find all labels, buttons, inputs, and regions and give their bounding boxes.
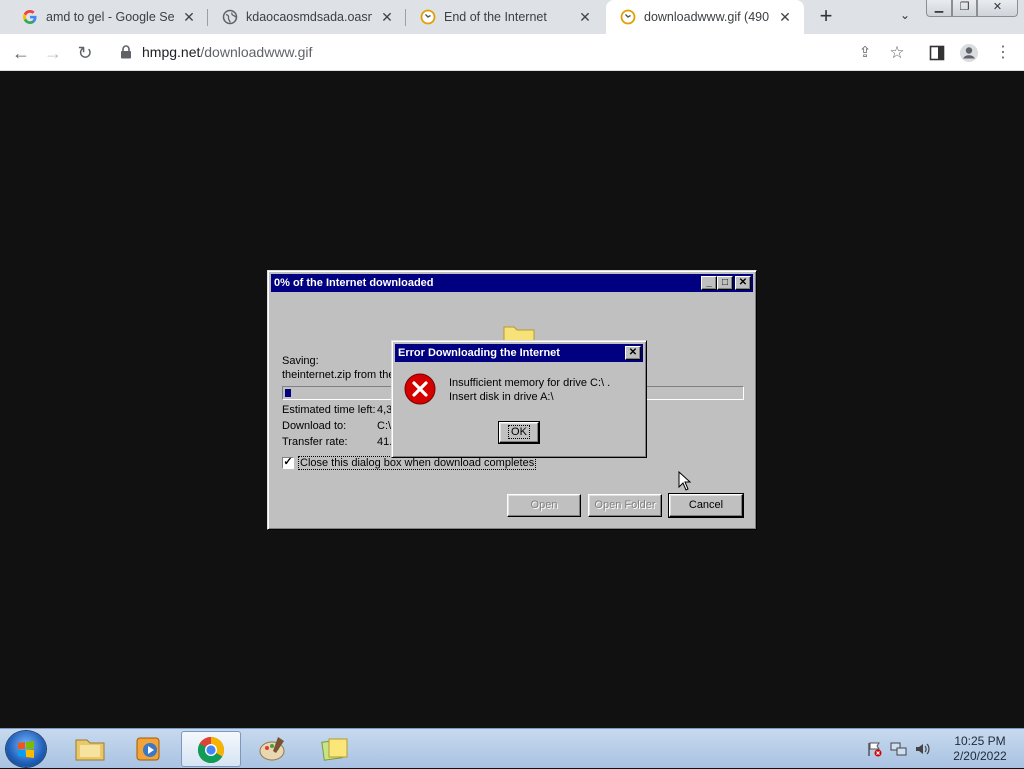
globe-icon <box>222 9 238 25</box>
browser-toolbar: ← → ↻ hmpg.net/downloadwww.gif ⇪ ☆ ⋮ <box>0 34 1024 71</box>
sticky-notes-icon <box>321 738 348 761</box>
tab-title: End of the Internet <box>444 10 547 24</box>
ok-button[interactable]: OK <box>498 421 540 444</box>
side-panel-icon[interactable] <box>926 42 948 64</box>
paint-icon <box>259 737 285 761</box>
tab-title: kdaocaosmdsada.oasmd <box>246 10 372 24</box>
taskbar-file-explorer[interactable] <box>60 731 120 767</box>
forward-arrow-icon[interactable]: → <box>42 42 64 64</box>
url-path: /downloadwww.gif <box>200 44 313 60</box>
windows-logo-icon <box>18 741 34 758</box>
progress-fill <box>285 389 291 397</box>
window-controls: ▁ ❐ ✕ <box>926 0 1018 18</box>
new-tab-button[interactable]: + <box>814 5 838 29</box>
more-menu-icon[interactable]: ⋮ <box>992 42 1014 64</box>
close-button[interactable]: ✕ <box>735 276 751 290</box>
error-message-line2: Insert disk in drive A:\ <box>449 391 554 403</box>
clock-date: 2/20/2022 <box>953 749 1007 763</box>
lock-icon[interactable] <box>120 45 132 59</box>
error-dialog-titlebar[interactable]: Error Downloading the Internet ✕ <box>395 344 643 362</box>
chrome-icon <box>197 736 225 764</box>
error-icon <box>404 373 436 405</box>
tab-kdaocaosmdsada[interactable]: kdaocaosmdsada.oasmd ✕ <box>208 0 406 34</box>
time-left-value: 4,3 <box>377 404 393 416</box>
transfer-rate-label: Transfer rate: <box>282 436 348 448</box>
tab-title: downloadwww.gif (490× <box>644 10 770 24</box>
download-dialog-titlebar[interactable]: 0% of the Internet downloaded _ □ ✕ <box>271 274 753 292</box>
saving-filename: theinternet.zip from the <box>282 369 395 381</box>
site-icon <box>420 9 436 25</box>
google-icon <box>23 10 37 24</box>
browser-window: amd to gel - Google Sear ✕ kdaocaosmdsad… <box>0 0 1024 728</box>
tab-downloadwww-gif[interactable]: downloadwww.gif (490× ✕ <box>606 0 804 34</box>
download-dialog-title: 0% of the Internet downloaded <box>274 277 434 289</box>
action-center-flag-icon[interactable] <box>866 741 882 757</box>
close-icon[interactable]: ✕ <box>776 8 794 26</box>
clock[interactable]: 10:25 PM 2/20/2022 <box>940 734 1020 764</box>
download-to-value: C:\ <box>377 420 392 432</box>
taskbar: 10:25 PM 2/20/2022 <box>0 728 1024 768</box>
ok-button-label: OK <box>508 425 530 439</box>
open-button[interactable]: Open <box>507 494 581 517</box>
minimize-button[interactable]: _ <box>701 276 717 290</box>
tab-title: amd to gel - Google Sear <box>46 10 174 24</box>
url-host: hmpg.net <box>142 44 201 60</box>
file-explorer-icon <box>75 739 105 761</box>
download-to-label: Download to: <box>282 420 347 432</box>
close-icon[interactable]: ✕ <box>378 8 396 26</box>
taskbar-sticky-notes[interactable] <box>306 731 366 767</box>
cancel-button[interactable]: Cancel <box>668 493 744 518</box>
error-dialog: Error Downloading the Internet ✕ Insuffi… <box>391 340 647 458</box>
volume-icon[interactable] <box>914 741 932 757</box>
taskbar-paint[interactable] <box>244 731 304 767</box>
page-content: 0% of the Internet downloaded _ □ ✕ Savi… <box>0 71 1024 728</box>
taskbar-media-player[interactable] <box>120 731 180 767</box>
tab-google-search[interactable]: amd to gel - Google Sear ✕ <box>8 0 208 34</box>
share-icon[interactable]: ⇪ <box>854 42 876 64</box>
error-message-line1: Insufficient memory for drive C:\ . <box>449 377 611 389</box>
clock-time: 10:25 PM <box>954 734 1006 748</box>
system-tray: 10:25 PM 2/20/2022 <box>860 729 1024 769</box>
close-icon[interactable]: ✕ <box>576 8 594 26</box>
mouse-cursor-icon <box>678 471 692 491</box>
saving-label: Saving: <box>282 355 319 367</box>
back-arrow-icon[interactable]: ← <box>10 42 32 64</box>
close-icon[interactable]: ✕ <box>180 8 198 26</box>
reload-icon[interactable]: ↻ <box>74 42 96 64</box>
start-button[interactable] <box>6 731 46 767</box>
restore-button[interactable]: ❐ <box>952 0 977 17</box>
open-folder-button[interactable]: Open Folder <box>588 494 662 517</box>
tab-search-chevron-icon[interactable]: ⌄ <box>896 8 914 26</box>
site-icon <box>620 9 636 25</box>
error-dialog-title: Error Downloading the Internet <box>398 347 560 359</box>
close-when-complete-checkbox[interactable]: ✓ <box>282 457 294 469</box>
taskbar-chrome[interactable] <box>181 731 241 767</box>
tab-strip: amd to gel - Google Sear ✕ kdaocaosmdsad… <box>0 0 1024 34</box>
time-left-label: Estimated time left: <box>282 404 376 416</box>
transfer-rate-value: 41. <box>377 436 393 448</box>
close-button[interactable]: ✕ <box>625 346 641 360</box>
profile-avatar-icon[interactable] <box>958 42 980 64</box>
tab-end-of-the-internet[interactable]: End of the Internet ✕ <box>406 0 604 34</box>
maximize-button[interactable]: □ <box>717 276 733 290</box>
close-when-complete-label[interactable]: Close this dialog box when download comp… <box>297 456 537 470</box>
address-bar[interactable]: hmpg.net/downloadwww.gif <box>110 37 916 67</box>
minimize-button[interactable]: ▁ <box>926 0 952 17</box>
bookmark-star-icon[interactable]: ☆ <box>886 42 908 64</box>
network-icon[interactable] <box>890 741 908 757</box>
close-window-button[interactable]: ✕ <box>977 0 1018 17</box>
url-text: hmpg.net/downloadwww.gif <box>142 44 312 60</box>
media-player-icon <box>136 737 160 761</box>
